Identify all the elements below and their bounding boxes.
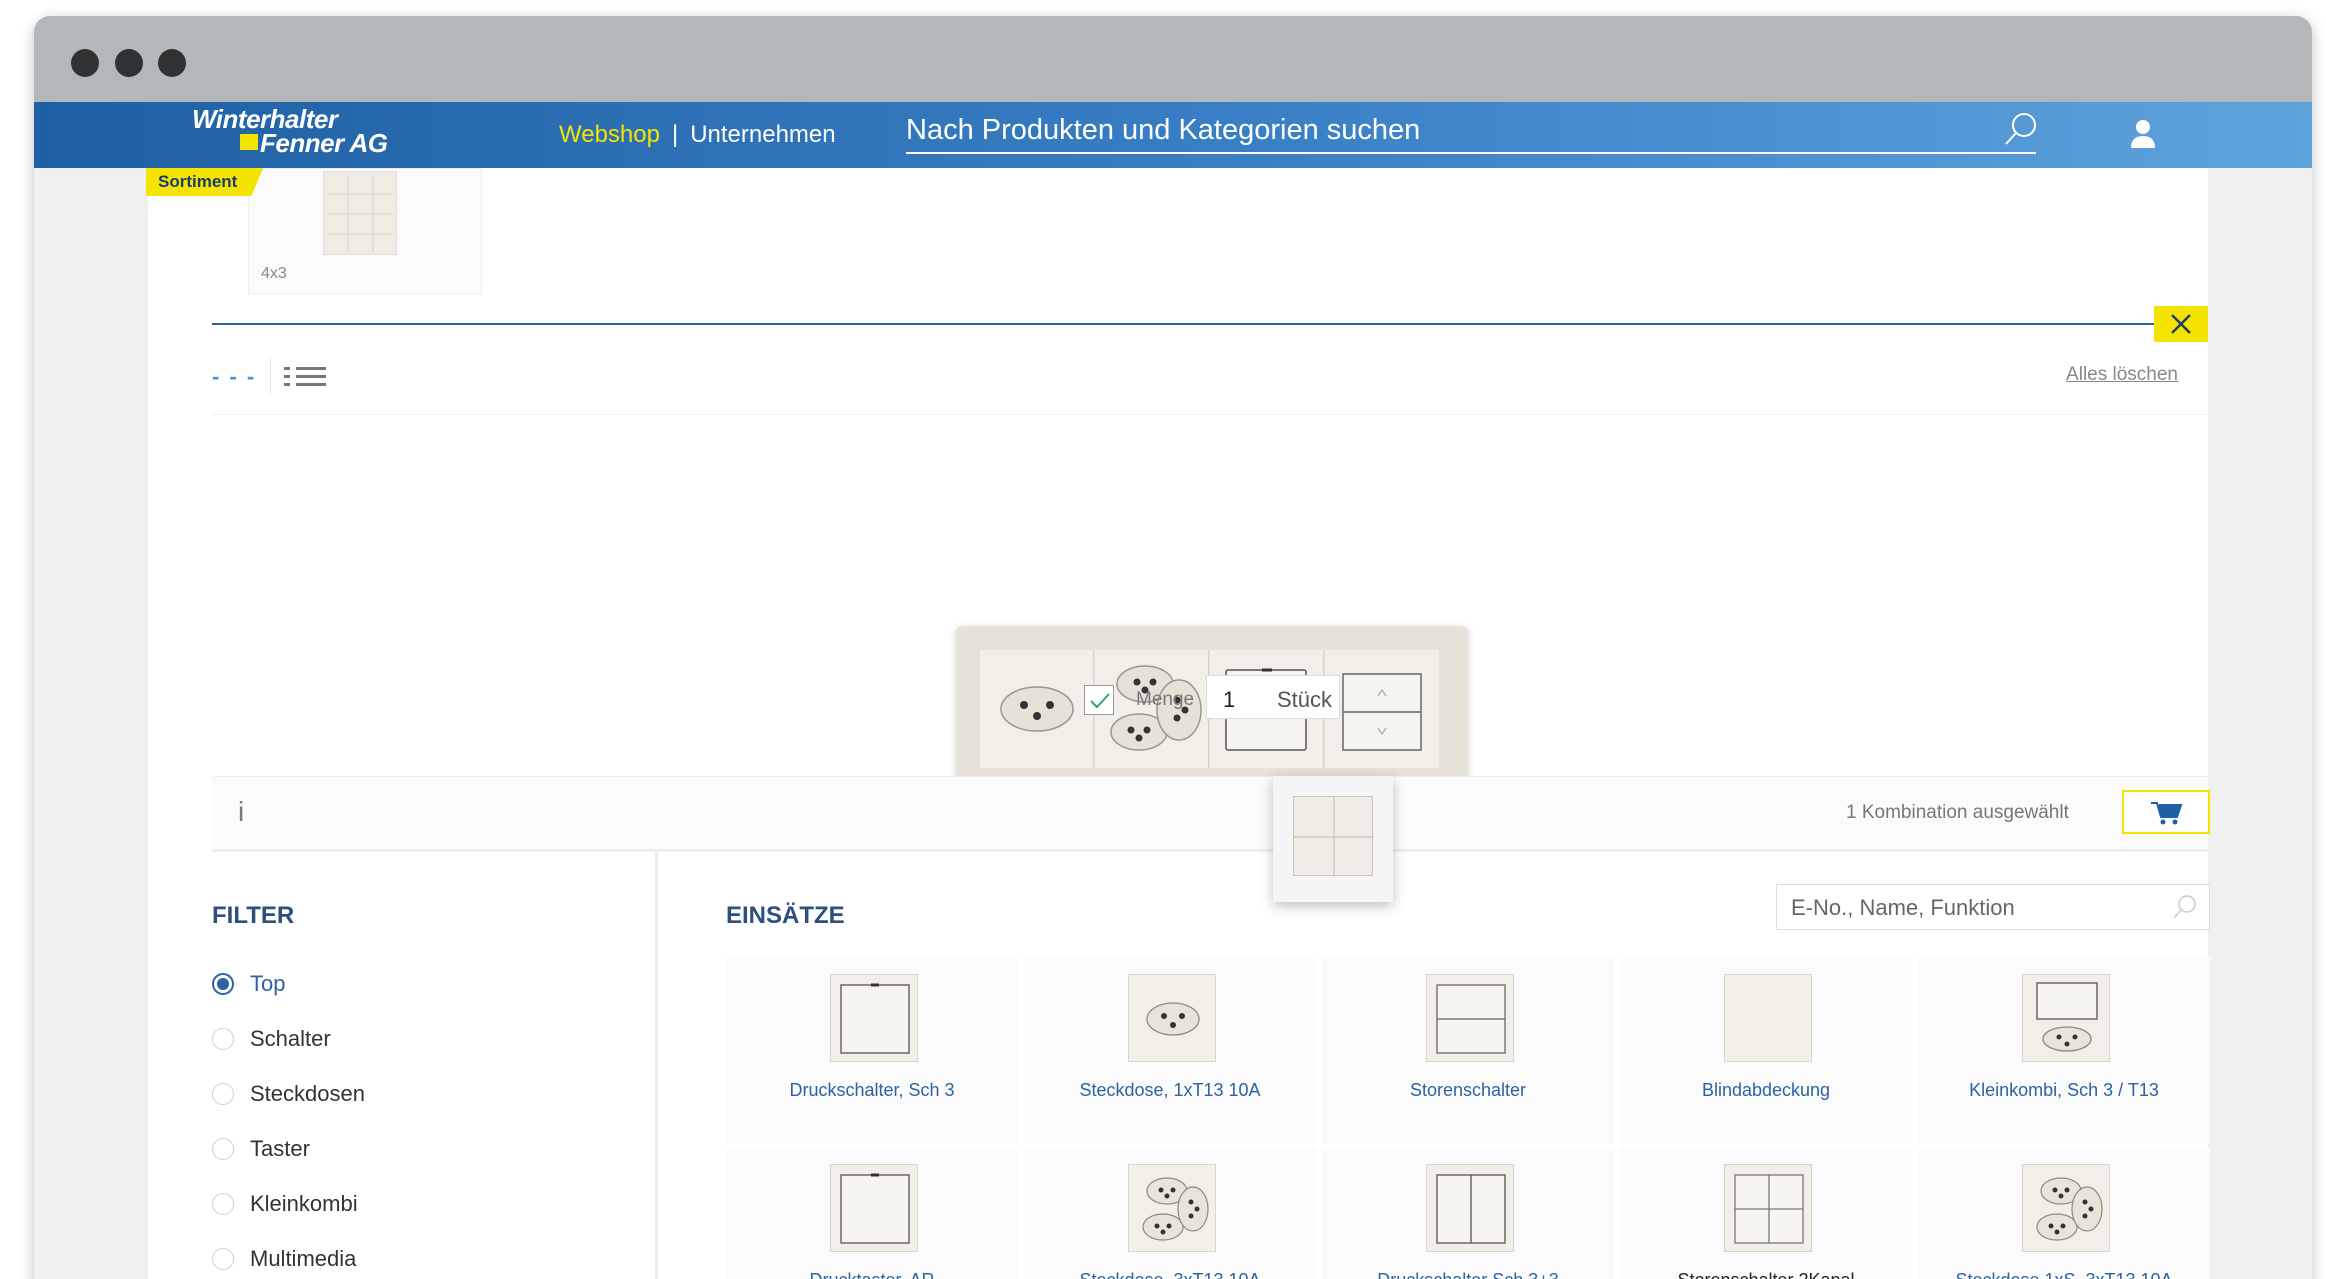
blind-2ch-icon — [1293, 796, 1374, 877]
close-icon — [2171, 314, 2191, 334]
configurator-content: 4x3 Sortiment - - - Alles löschen Menge … — [146, 168, 2210, 1279]
product-label: Steckdose, 3xT13 10A — [1024, 1270, 1316, 1279]
radio-icon — [212, 1137, 234, 1160]
nav-separator: | — [671, 121, 679, 148]
logo-line2: Fenner AG — [260, 128, 388, 158]
quantity-label: Menge — [1136, 689, 1195, 710]
einsatz-search-input[interactable] — [1791, 893, 2151, 923]
filter-item-kleinkombi[interactable]: Kleinkombi — [212, 1176, 632, 1231]
quantity-value[interactable]: 1 — [1223, 687, 1235, 713]
product-label: Storenschalter 2Kanal — [1620, 1270, 1912, 1279]
window-titlebar — [34, 16, 2312, 102]
radio-icon — [212, 1082, 234, 1105]
window-maximize-dot[interactable] — [158, 49, 186, 77]
search-icon[interactable] — [2002, 110, 2040, 148]
frame-4x3-icon — [323, 171, 397, 255]
window-close-dot[interactable] — [71, 49, 99, 77]
add-to-cart-button[interactable] — [2122, 790, 2210, 834]
radio-icon — [212, 1192, 234, 1215]
filter-label: Schalter — [250, 1025, 331, 1051]
frame-label: 4x3 — [261, 265, 287, 282]
triple-socket-icon — [2022, 1164, 2110, 1252]
product-label: Steckdose 1xS, 3xT13 10A — [1918, 1270, 2210, 1279]
product-tile[interactable]: Steckdose, 1xT13 10A — [1024, 958, 1316, 1144]
nav-unternehmen[interactable]: Unternehmen — [690, 121, 835, 148]
logo-yellow-bar — [240, 134, 258, 150]
grid-view-toggle[interactable]: - - - — [212, 364, 256, 390]
company-logo[interactable]: Winterhalter Fenner AG — [192, 104, 412, 158]
product-tile[interactable]: Storenschalter — [1322, 958, 1614, 1144]
product-tile[interactable]: Storenschalter 2Kanal — [1620, 1148, 1912, 1279]
view-separator — [270, 358, 271, 394]
frame-thumbnail-card[interactable]: 4x3 — [248, 168, 482, 294]
triple-socket-icon — [1128, 1164, 1216, 1252]
product-label: Kleinkombi, Sch 3 / T13 — [1969, 1080, 2159, 1100]
window-minimize-dot[interactable] — [115, 49, 143, 77]
filter-label: Steckdosen — [250, 1080, 365, 1106]
product-label: Drucktaster, AR — [726, 1270, 1018, 1279]
filter-item-steckdosen[interactable]: Steckdosen — [212, 1066, 632, 1121]
product-search — [906, 110, 2036, 154]
filter-item-top[interactable]: Top — [212, 956, 632, 1011]
product-label: Druckschalter Sch 3+3 — [1322, 1270, 1614, 1279]
product-label: Blindabdeckung — [1701, 1080, 1831, 1100]
filter-item-multimedia[interactable]: Multimedia — [212, 1231, 632, 1279]
nav-webshop[interactable]: Webshop — [559, 121, 660, 148]
clear-all-link[interactable]: Alles löschen — [2066, 364, 2178, 386]
close-button[interactable] — [2154, 306, 2208, 342]
combo-socket-single — [980, 650, 1094, 768]
combination-checkbox[interactable] — [1084, 685, 1114, 715]
search-icon[interactable] — [2171, 893, 2199, 921]
einsaetze-title: EINSÄTZE — [726, 902, 845, 929]
filter-item-schalter[interactable]: Schalter — [212, 1011, 632, 1066]
quantity-unit: Stück — [1277, 687, 1333, 712]
sortiment-tag[interactable]: Sortiment — [146, 168, 263, 196]
filter-item-taster[interactable]: Taster — [212, 1121, 632, 1176]
product-tile[interactable]: Druckschalter Sch 3+3 — [1322, 1148, 1614, 1279]
radio-icon — [212, 1247, 234, 1270]
combo-blind-switch — [1325, 650, 1439, 768]
filter-label: Top — [250, 970, 286, 996]
einsatz-search — [1776, 884, 2210, 930]
cart-icon — [2151, 802, 2183, 825]
section-divider — [212, 323, 2168, 325]
selection-count: 1 Kombination ausgewählt — [1846, 802, 2069, 823]
checkmark-icon — [1090, 693, 1110, 709]
filter-title: FILTER — [212, 902, 295, 929]
blind-switch-icon — [1426, 974, 1514, 1062]
radio-selected-icon — [212, 972, 234, 995]
filter-label: Kleinkombi — [250, 1190, 358, 1216]
product-tile[interactable]: Steckdose 1xS, 3xT13 10A — [1918, 1148, 2210, 1279]
combo-icon — [2022, 974, 2110, 1062]
product-search-input[interactable] — [906, 110, 2036, 150]
blank-cover-icon — [1724, 974, 1812, 1062]
product-label: Steckdose, 1xT13 10A — [1079, 1080, 1261, 1100]
radio-icon — [212, 1027, 234, 1050]
product-label: Druckschalter, Sch 3 — [789, 1080, 955, 1100]
pushbutton-icon — [830, 1164, 918, 1252]
info-icon[interactable]: i — [238, 796, 244, 828]
product-tile[interactable]: Druckschalter, Sch 3 — [726, 958, 1018, 1144]
browser-window: Winterhalter Fenner AG Webshop | Unternehm… — [34, 16, 2312, 1279]
list-view-icon[interactable] — [284, 364, 328, 390]
product-tile[interactable]: Kleinkombi, Sch 3 / T13 — [1918, 958, 2210, 1144]
quantity-field[interactable]: 1 Stück — [1206, 675, 1340, 719]
main-nav: Webshop | Unternehmen — [559, 121, 836, 149]
dragged-blind-2ch-tile[interactable] — [1273, 776, 1393, 902]
user-icon[interactable] — [2130, 118, 2156, 150]
blind-2ch-icon — [1724, 1164, 1812, 1252]
switch-icon — [830, 974, 918, 1062]
product-tile[interactable]: Drucktaster, AR — [726, 1148, 1018, 1279]
filter-list: Top Schalter Steckdosen Taster Kleinkomb… — [212, 956, 632, 1279]
double-switch-icon — [1426, 1164, 1514, 1252]
product-tile[interactable]: Blindabdeckung — [1620, 958, 1912, 1144]
filter-label: Multimedia — [250, 1245, 357, 1271]
site-header: Winterhalter Fenner AG Webshop | Unternehm… — [34, 102, 2312, 168]
product-label: Storenschalter — [1409, 1080, 1527, 1100]
product-tile[interactable]: Steckdose, 3xT13 10A — [1024, 1148, 1316, 1279]
socket-icon — [1128, 974, 1216, 1062]
filter-label: Taster — [250, 1135, 310, 1161]
